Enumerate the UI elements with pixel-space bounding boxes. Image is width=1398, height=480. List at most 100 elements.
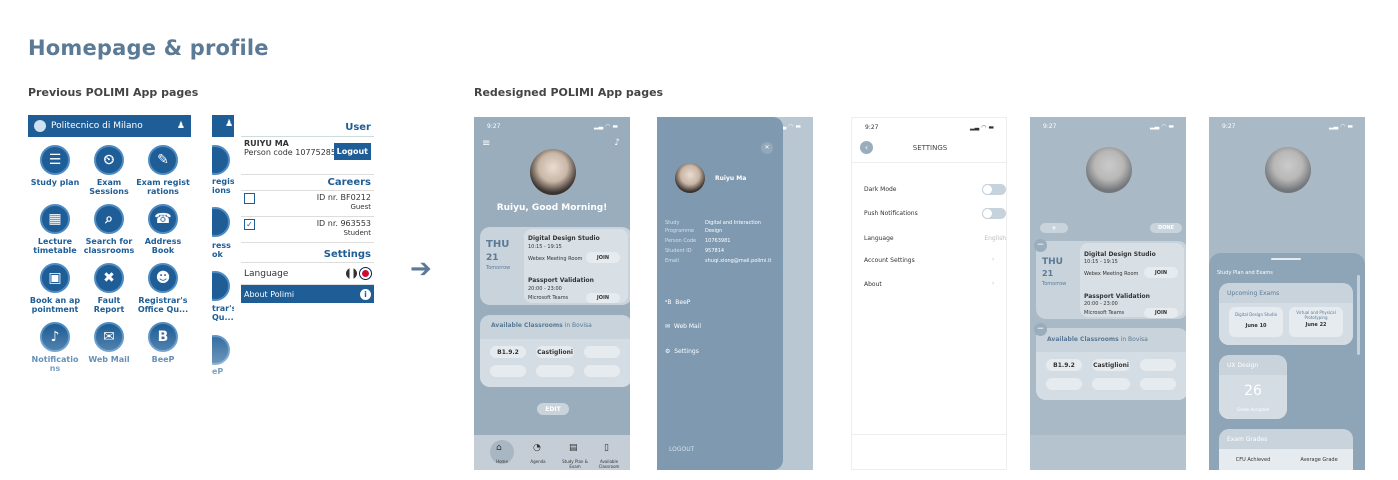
join-button[interactable]: JOIN [1144, 267, 1178, 278]
tools-icon: ✖ [94, 263, 124, 293]
old-menu-label: Book an ap pointment [29, 296, 81, 314]
old-menu-label: Search for classrooms [83, 237, 135, 255]
settings-title: SETTINGS [912, 144, 948, 152]
agenda-date: 21 [1042, 269, 1054, 278]
event-time: 20:00 - 23:00 [528, 286, 562, 292]
ux-design-card[interactable]: UX Design 26 Grade Accepted [1219, 355, 1287, 419]
classroom-pill[interactable] [584, 346, 620, 358]
status-time: 9:27 [865, 124, 879, 131]
uk-flag-icon[interactable] [359, 267, 372, 280]
classroom-pill[interactable] [1140, 359, 1176, 371]
old-menu-item[interactable]: ▦ Lecture timetable [28, 204, 82, 255]
calendar-icon: ▦ [40, 204, 70, 234]
classroom-icon[interactable]: ▯ [604, 443, 609, 453]
about-polimi-row[interactable]: About Polimi i [241, 285, 374, 303]
exam-grades-card[interactable]: Exam Grades CFU Achieved Average Grade [1219, 429, 1353, 470]
logout-button[interactable]: Logout [333, 143, 371, 160]
upcoming-exams-card[interactable]: Upcoming Exams Digital Design Studio Jun… [1219, 283, 1353, 345]
old-menu-item[interactable]: ✖ Fault Report [82, 263, 136, 314]
status-icons: ▂▃ ◠ ▬ [970, 124, 994, 131]
edit-button[interactable]: EDIT [537, 403, 569, 415]
status-icons: ▂▃ ◠ ▬ [1329, 123, 1353, 130]
dark-mode-toggle[interactable] [982, 184, 1006, 195]
exam-card[interactable]: Digital Design Studio June 10 [1229, 307, 1283, 337]
classroom-pill[interactable] [536, 365, 574, 377]
tab-study-plan[interactable]: Study Plan & Exam [562, 459, 588, 469]
classroom-pill[interactable] [1046, 378, 1082, 390]
sheet-title: Study Plan and Exams [1217, 270, 1273, 276]
old-menu-label: Lecture timetable [33, 237, 77, 255]
career-row[interactable]: ✓ ID nr. 963553 Student [241, 217, 374, 243]
career-row[interactable]: ID nr. BF0212 Guest [241, 191, 374, 217]
done-button[interactable]: DONE [1150, 223, 1182, 233]
classroom-pill[interactable] [1092, 378, 1130, 390]
classrooms-card[interactable]: Available Classrooms in Bovisa B1.9.2 Ca… [1036, 328, 1186, 400]
checkbox-icon[interactable] [244, 193, 255, 204]
people-icon: ☻ [148, 263, 178, 293]
tab-home[interactable]: Home [491, 459, 513, 464]
classroom-pill[interactable] [1140, 378, 1176, 390]
old-menu-item[interactable]: ☎ Address Book [136, 204, 190, 255]
tab-classroom[interactable]: Available Classroom [594, 459, 624, 469]
remove-widget-icon[interactable]: − [1034, 323, 1047, 336]
old-menu-label: Registrar's Office Qu... [137, 296, 189, 314]
event-title: Passport Validation [528, 277, 594, 284]
bottom-sheet[interactable]: Study Plan and Exams Upcoming Exams Digi… [1209, 253, 1365, 470]
avatar [1086, 147, 1132, 193]
add-button[interactable]: + [1040, 223, 1068, 233]
account-settings-row[interactable]: Account Settings [864, 257, 915, 264]
drawer-beep[interactable]: ᵃB BeeP [665, 299, 690, 306]
exam-card[interactable]: Virtual and Physical Prototyping June 22 [1289, 307, 1343, 337]
old-menu-item[interactable]: ☰ Study plan [28, 145, 82, 196]
bell-icon[interactable]: ♪ [614, 138, 620, 148]
arrow-right-icon: ➔ [410, 254, 432, 284]
join-button[interactable]: JOIN [586, 252, 620, 263]
tab-agenda[interactable]: Agenda [526, 459, 550, 464]
language-row[interactable]: Language [241, 263, 374, 285]
classrooms-location: in Bovisa [564, 322, 592, 329]
previous-pages-label: Previous POLIMI App pages [28, 86, 199, 99]
language-value[interactable]: English [984, 235, 1006, 242]
agenda-icon[interactable]: ◔ [533, 443, 541, 453]
status-icons: ▂▃ ◠ ▬ [594, 123, 618, 130]
old-menu-item[interactable]: ✎ Exam regist rations [136, 145, 190, 196]
agenda-card[interactable]: THU 21 Tomorrow Digital Design Studio 10… [1036, 241, 1186, 319]
classroom-pill[interactable]: B1.9.2 [1046, 359, 1082, 371]
remove-widget-icon[interactable]: − [1034, 239, 1047, 252]
classroom-pill[interactable] [584, 365, 620, 377]
old-menu-item[interactable]: ⌕ Search for classrooms [82, 204, 136, 255]
logout-button[interactable]: LOGOUT [669, 446, 694, 453]
user-icon[interactable]: ♟ [225, 119, 233, 129]
checked-checkbox-icon[interactable]: ✓ [244, 219, 255, 230]
user-icon[interactable]: ♟ [177, 121, 185, 131]
redesigned-settings-screen: 9:27 ▂▃ ◠ ▬ ‹ SETTINGS Dark Mode Push No… [851, 117, 1007, 470]
avatar[interactable] [530, 149, 576, 195]
strip-text: ress [212, 241, 231, 250]
sheet-handle[interactable] [1271, 258, 1301, 260]
agenda-card[interactable]: THU 21 Tomorrow Digital Design Studio 10… [480, 227, 630, 305]
classroom-pill[interactable]: Castiglioni [536, 346, 574, 358]
old-menu-item[interactable]: ▣ Book an ap pointment [28, 263, 82, 314]
classrooms-card[interactable]: Available Classrooms in Bovisa B1.9.2 Ca… [480, 315, 630, 387]
push-notifications-toggle[interactable] [982, 208, 1006, 219]
event-room: Webex Meeting Room [1084, 271, 1139, 277]
scrollbar[interactable] [1357, 275, 1360, 355]
join-button[interactable]: JOIN [1144, 308, 1178, 318]
home-icon[interactable]: ⌂ [496, 443, 502, 453]
language-label: Language [864, 235, 894, 242]
classroom-pill[interactable]: Castiglioni [1092, 359, 1130, 371]
agenda-when: Tomorrow [486, 265, 511, 271]
close-icon[interactable]: ✕ [761, 142, 773, 154]
drawer-webmail[interactable]: ✉ Web Mail [665, 323, 701, 330]
about-row[interactable]: About [864, 281, 882, 288]
italian-flag-icon[interactable] [346, 268, 358, 279]
join-button[interactable]: JOIN [586, 293, 620, 303]
drawer-settings[interactable]: ⚙ Settings [665, 348, 699, 355]
study-plan-icon[interactable]: ▤ [569, 443, 578, 453]
classroom-pill[interactable]: B1.9.2 [490, 346, 526, 358]
old-menu-item[interactable]: ⏲ Exam Sessions [82, 145, 136, 196]
menu-icon[interactable]: ≡ [482, 138, 490, 149]
old-menu-item[interactable]: ☻ Registrar's Office Qu... [136, 263, 190, 314]
classroom-pill[interactable] [490, 365, 526, 377]
strip-text: ok [212, 250, 223, 259]
